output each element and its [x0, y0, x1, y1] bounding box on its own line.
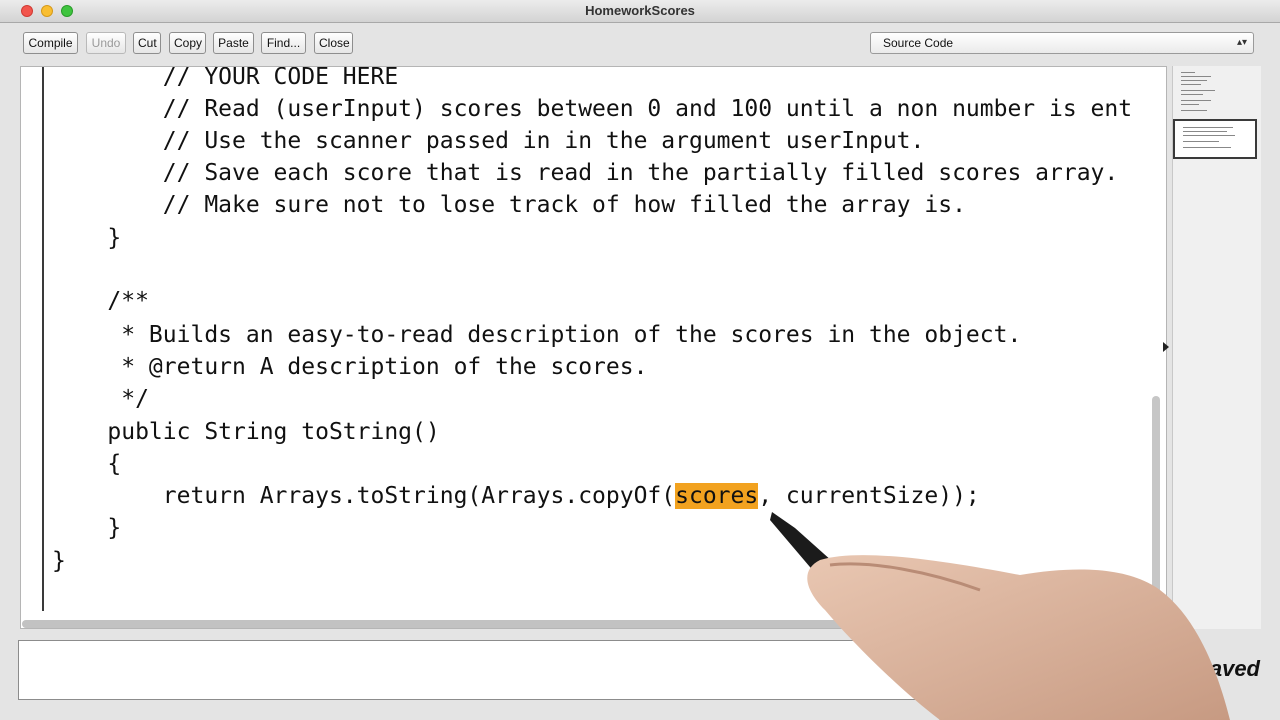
message-area: [18, 640, 1168, 700]
close-button[interactable]: Close: [314, 32, 353, 54]
code-line: * Builds an easy-to-read description of …: [52, 322, 1022, 348]
code-line: */: [52, 386, 149, 412]
code-line: public String toString(): [52, 419, 440, 445]
compile-button[interactable]: Compile: [23, 32, 78, 54]
code-line: // Read (userInput) scores between 0 and…: [52, 96, 1133, 122]
save-status: saved: [1197, 656, 1260, 681]
find-button[interactable]: Find...: [261, 32, 306, 54]
code-line: }: [52, 548, 66, 574]
source-code-editor[interactable]: // YOUR CODE HERE // Read (userInput) sc…: [20, 66, 1167, 629]
window-title: HomeworkScores: [585, 3, 695, 18]
code-line: {: [52, 451, 122, 477]
horizontal-scrollbar-thumb[interactable]: [22, 620, 1042, 628]
return-statement-line: return Arrays.toString(Arrays.copyOf(sco…: [52, 480, 980, 512]
undo-button[interactable]: Undo: [86, 32, 126, 54]
code-line: // Make sure not to lose track of how fi…: [52, 192, 966, 218]
view-selector[interactable]: Source Code ▴▾: [870, 32, 1254, 54]
bluej-editor-window: HomeworkScores Compile Undo Cut Copy Pas…: [0, 0, 1280, 720]
cut-button[interactable]: Cut: [133, 32, 161, 54]
title-bar: HomeworkScores: [0, 0, 1280, 23]
paste-button[interactable]: Paste: [213, 32, 254, 54]
copy-button[interactable]: Copy: [169, 32, 206, 54]
updown-arrows-icon: ▴▾: [1236, 37, 1247, 48]
code-line: // YOUR CODE HERE: [52, 66, 399, 90]
code-line: }: [52, 225, 122, 251]
code-line: * @return A description of the scores.: [52, 354, 648, 380]
code-line: /**: [52, 288, 149, 314]
vertical-scrollbar-thumb[interactable]: [1152, 396, 1160, 614]
return-prefix: return Arrays.toString(Arrays.copyOf(: [52, 483, 676, 509]
return-suffix: , currentSize));: [758, 483, 980, 509]
collapse-arrow-icon[interactable]: [1163, 342, 1169, 352]
code-block: // YOUR CODE HERE // Read (userInput) sc…: [21, 67, 1132, 574]
code-line: }: [52, 515, 122, 541]
code-line: // Use the scanner passed in in the argu…: [52, 128, 925, 154]
view-selector-value: Source Code: [883, 36, 954, 50]
minimap-viewport[interactable]: [1173, 119, 1257, 159]
highlighted-selection[interactable]: scores: [675, 483, 759, 509]
code-line: // Save each score that is read in the p…: [52, 160, 1119, 186]
